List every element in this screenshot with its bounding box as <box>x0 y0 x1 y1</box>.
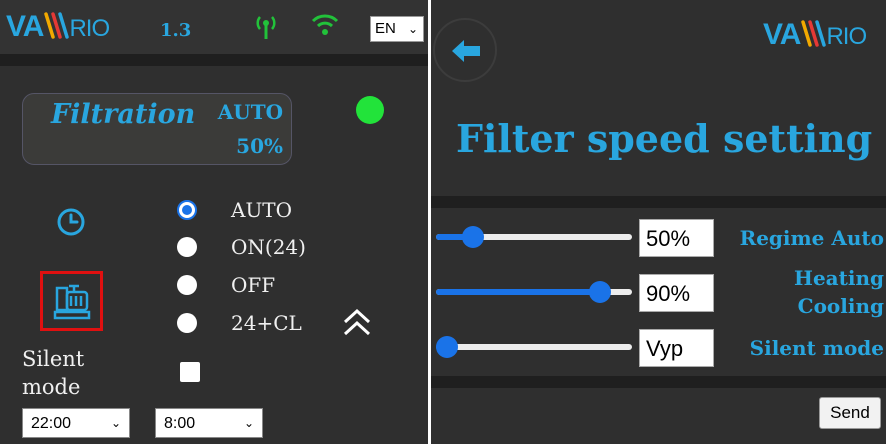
heating-cooling-label: Heating Cooling <box>794 266 884 318</box>
regime-auto-value[interactable]: 50% <box>639 219 714 257</box>
divider <box>431 196 886 208</box>
chevron-down-icon: ⌄ <box>110 416 121 430</box>
firmware-version: 1.3 <box>160 20 192 41</box>
arrow-left-icon <box>452 40 480 62</box>
vario-logo: VA RIO <box>763 18 867 51</box>
heating-cooling-value[interactable]: 90% <box>639 274 714 312</box>
back-button[interactable] <box>433 18 497 82</box>
filtration-status-card: Filtration AUTO 50% <box>22 93 292 165</box>
filtration-mode: AUTO <box>217 100 283 124</box>
filtration-title: Filtration <box>51 99 196 130</box>
filter-speed-panel: VA RIO Filter speed setting 50% Regime Au… <box>431 0 886 444</box>
silent-start-select[interactable]: 22:00 ⌄ <box>22 408 130 438</box>
silent-mode-checkbox[interactable] <box>180 362 200 382</box>
chevron-down-icon: ⌄ <box>407 22 418 36</box>
filtration-speed: 50% <box>236 134 283 158</box>
send-button[interactable]: Send <box>819 397 881 429</box>
antenna-signal-icon <box>252 12 280 44</box>
status-indicator <box>356 96 384 124</box>
radio-button[interactable] <box>177 237 197 257</box>
regime-auto-label: Regime Auto <box>739 226 884 250</box>
silent-end-select[interactable]: 8:00 ⌄ <box>155 408 263 438</box>
page-title: Filter speed setting <box>456 116 873 161</box>
vario-logo: VA RIO <box>6 10 110 43</box>
filtration-panel: VA RIO 1.3 EN ⌄ Filtration AUTO 50% AUTO… <box>0 0 428 444</box>
wifi-icon <box>310 12 340 42</box>
radio-button[interactable] <box>177 313 197 333</box>
silent-mode-slider[interactable] <box>436 332 632 362</box>
language-select[interactable]: EN ⌄ <box>370 16 424 42</box>
regime-auto-slider[interactable] <box>436 222 632 252</box>
pump-icon <box>53 282 93 326</box>
silent-mode-label: Silent mode <box>22 347 85 399</box>
chevron-down-icon: ⌄ <box>243 416 254 430</box>
slider-thumb[interactable] <box>462 226 485 248</box>
slider-thumb[interactable] <box>436 336 458 358</box>
clock-icon[interactable] <box>55 206 87 242</box>
double-chevron-up-icon[interactable] <box>341 308 373 342</box>
pump-button[interactable] <box>40 271 103 331</box>
heating-cooling-slider[interactable] <box>436 277 632 307</box>
divider <box>0 54 428 66</box>
divider <box>431 376 886 388</box>
radio-button[interactable] <box>177 275 197 295</box>
header-bar: VA RIO 1.3 EN ⌄ <box>0 0 428 54</box>
silent-mode-value[interactable]: Vyp <box>639 329 714 367</box>
radio-button[interactable] <box>177 200 197 220</box>
slider-thumb[interactable] <box>589 281 612 303</box>
silent-mode-speed-label: Silent mode <box>749 336 884 360</box>
